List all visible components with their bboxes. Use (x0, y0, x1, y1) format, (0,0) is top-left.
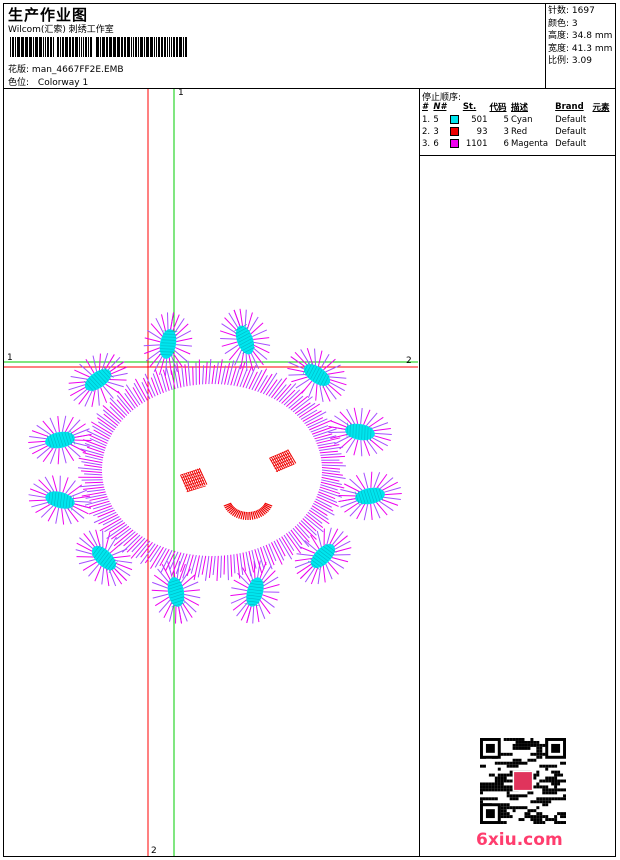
col-desc: 描述 (510, 103, 528, 113)
face-ring (77, 358, 346, 581)
petal (287, 348, 347, 402)
stat-scale: 比例: 3.09 (548, 56, 592, 66)
studio-name: Wilcom(汇索) 刺绣工作室 (8, 25, 114, 35)
stat-colors: 颜色: 3 (548, 18, 578, 29)
smile (223, 502, 273, 520)
stat-stitches: 针数: 1697 (548, 6, 595, 16)
design-label: 花版: (8, 65, 30, 75)
colorway-row: 色位: Colorway 1 (8, 75, 88, 88)
petal (328, 407, 392, 457)
col-swatch (450, 101, 462, 114)
barcode (10, 37, 187, 57)
col-element: 元素 (592, 103, 610, 113)
watermark-logo: 6xiu.com (476, 830, 563, 850)
panel-divider (419, 88, 420, 857)
table-row: 1. 5 501 5 Cyan Default (422, 115, 587, 125)
col-n: N# (433, 102, 447, 112)
colorway-label: 色位: (8, 78, 30, 88)
colorway-name: Colorway 1 (37, 78, 89, 88)
color-swatch (450, 139, 460, 148)
flower-design (28, 308, 402, 624)
design-row: 花版: man_4667FF2E.EMB (8, 62, 124, 75)
left-eye (180, 467, 208, 493)
color-swatch (450, 115, 460, 124)
col-code: 代码 (489, 103, 507, 113)
design-name: man_4667FF2E.EMB (31, 65, 124, 75)
qr-code (480, 738, 566, 824)
petal (338, 471, 402, 521)
table-row: 3. 6 1101 6 Magenta Default (422, 139, 587, 149)
color-swatch (450, 127, 460, 136)
stats-divider (545, 3, 546, 88)
table-divider (419, 155, 616, 156)
petal (28, 475, 92, 525)
petal (230, 560, 280, 624)
right-eye (269, 449, 297, 473)
guide-label-h-green: 1 (7, 353, 13, 363)
col-brand: Brand (555, 102, 584, 112)
embroidery-preview (4, 89, 418, 856)
guide-label-h-red: 2 (406, 356, 412, 366)
petal (294, 527, 352, 585)
stat-width: 宽度: 41.3 mm (548, 43, 613, 54)
stats-block: 针数: 1697 颜色: 3 高度: 34.8 mm 宽度: 41.3 mm 比… (548, 5, 612, 68)
stat-height: 高度: 34.8 mm (548, 31, 613, 41)
col-index: # (422, 102, 428, 112)
guide-label-v-red: 2 (151, 846, 157, 856)
col-stitches: St. (462, 102, 477, 112)
stop-sequence-table: # N# St. 代码 描述 Brand 元素 1. 5 501 5 Cyan … (422, 101, 614, 150)
guide-label-v-green: 1 (178, 88, 184, 98)
table-row: 2. 3 93 3 Red Default (422, 127, 587, 137)
